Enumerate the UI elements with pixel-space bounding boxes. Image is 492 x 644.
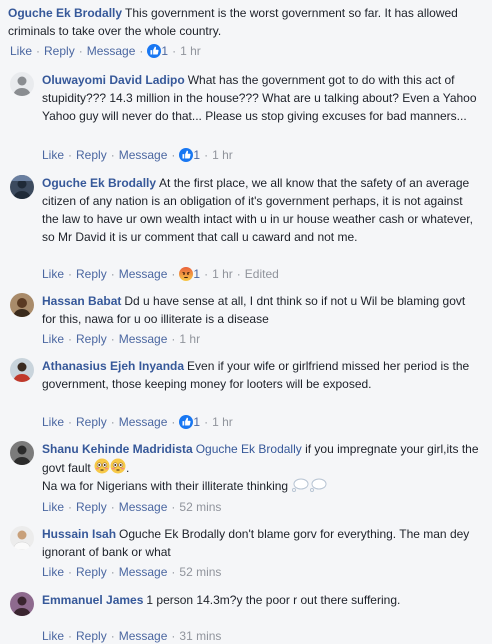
avatar[interactable]	[10, 441, 34, 465]
comment-author[interactable]: Oguche Ek Brodally	[42, 176, 156, 190]
comment-actions: Like · Reply · Message · 52 mins	[42, 500, 222, 514]
comment-time[interactable]: 1 hr	[212, 415, 233, 429]
comment-time[interactable]: 31 mins	[179, 629, 221, 643]
like-button[interactable]: Like	[42, 500, 64, 514]
comment-author[interactable]: Oguche Ek Brodally	[8, 6, 122, 20]
comment-actions: Like · Reply · Message · 31 mins	[42, 629, 222, 643]
reply-button[interactable]: Reply	[76, 415, 107, 429]
comment-time[interactable]: 1 hr	[180, 44, 201, 58]
message-button[interactable]: Message	[119, 332, 168, 346]
flushed-face-icon	[110, 458, 126, 474]
reply-button[interactable]: Reply	[76, 565, 107, 579]
thought-bubble-icon	[291, 478, 309, 492]
message-button[interactable]: Message	[119, 415, 168, 429]
comment-actions: Like · Reply · Message · 1 · 1 hr · Edited	[42, 267, 279, 281]
comment-author[interactable]: Hussain Isah	[42, 527, 116, 541]
avatar[interactable]	[10, 592, 34, 616]
comment-7: Hussain Isah Oguche Ek Brodally don't bla…	[42, 525, 482, 561]
comment-2: Oluwayomi David Ladipo What has the gover…	[42, 71, 482, 125]
comment-author[interactable]: Emmanuel James	[42, 593, 143, 607]
comment-time[interactable]: 52 mins	[179, 500, 221, 514]
comment-text: Na wa for Nigerians with their illiterat…	[42, 479, 289, 493]
comment-actions: Like · Reply · Message · 1 hr	[42, 332, 201, 346]
comment-time[interactable]: 1 hr	[212, 267, 233, 281]
message-button[interactable]: Message	[119, 148, 168, 162]
reply-button[interactable]: Reply	[76, 500, 107, 514]
comment-8: Emmanuel James 1 person 14.3m?y the poor …	[42, 591, 482, 609]
like-button[interactable]: Like	[42, 415, 64, 429]
message-button[interactable]: Message	[119, 629, 168, 643]
comment-3: Oguche Ek Brodally At the first place, we…	[42, 174, 482, 246]
comment-6: Shanu Kehinde Madridista Oguche Ek Brodal…	[42, 442, 479, 493]
message-button[interactable]: Message	[119, 267, 168, 281]
comment-author[interactable]: Shanu Kehinde Madridista	[42, 442, 193, 456]
comment-time[interactable]: 1 hr	[179, 332, 200, 346]
comment-actions: Like · Reply · Message · 1 · 1 hr	[42, 148, 233, 162]
comment-time[interactable]: 1 hr	[212, 148, 233, 162]
comment-text: 1 person 14.3m?y the poor r out there su…	[146, 593, 401, 607]
comment-actions: Like · Reply · Message · 52 mins	[42, 565, 222, 579]
reply-button[interactable]: Reply	[44, 44, 75, 58]
reaction-count[interactable]: 1	[193, 148, 200, 162]
angry-icon[interactable]	[179, 267, 194, 281]
like-button[interactable]: Like	[10, 44, 32, 58]
avatar[interactable]	[10, 293, 34, 317]
like-icon[interactable]	[179, 148, 194, 162]
comment-1: Oguche Ek Brodally This government is the…	[8, 4, 486, 40]
flushed-face-icon	[94, 458, 110, 474]
thought-bubble-icon	[309, 478, 327, 492]
reply-button[interactable]: Reply	[76, 267, 107, 281]
like-icon[interactable]	[147, 44, 162, 58]
comment-author[interactable]: Athanasius Ejeh Inyanda	[42, 359, 184, 373]
reply-button[interactable]: Reply	[76, 332, 107, 346]
reaction-count[interactable]: 1	[193, 415, 200, 429]
comment-time[interactable]: 52 mins	[179, 565, 221, 579]
like-button[interactable]: Like	[42, 148, 64, 162]
avatar[interactable]	[10, 175, 34, 199]
message-button[interactable]: Message	[119, 565, 168, 579]
message-button[interactable]: Message	[119, 500, 168, 514]
reply-button[interactable]: Reply	[76, 629, 107, 643]
comment-author[interactable]: Oluwayomi David Ladipo	[42, 73, 185, 87]
reaction-count[interactable]: 1	[193, 267, 200, 281]
reaction-count[interactable]: 1	[161, 44, 168, 58]
edited-label[interactable]: Edited	[245, 267, 279, 281]
like-icon[interactable]	[179, 415, 194, 429]
comment-4: Hassan Babat Dd u have sense at all, I dn…	[42, 292, 482, 328]
message-button[interactable]: Message	[87, 44, 136, 58]
comment-author[interactable]: Hassan Babat	[42, 294, 121, 308]
comment-5: Athanasius Ejeh Inyanda Even if your wife…	[42, 357, 482, 393]
comment-actions: Like · Reply · Message · 1 · 1 hr	[42, 415, 233, 429]
reply-button[interactable]: Reply	[76, 148, 107, 162]
comment-actions: Like · Reply · Message · 1 · 1 hr	[10, 44, 201, 58]
like-button[interactable]: Like	[42, 267, 64, 281]
like-button[interactable]: Like	[42, 565, 64, 579]
mention-link[interactable]: Oguche Ek Brodally	[196, 442, 302, 456]
avatar[interactable]	[10, 526, 34, 550]
like-button[interactable]: Like	[42, 629, 64, 643]
like-button[interactable]: Like	[42, 332, 64, 346]
avatar[interactable]	[10, 358, 34, 382]
avatar[interactable]	[10, 72, 34, 96]
